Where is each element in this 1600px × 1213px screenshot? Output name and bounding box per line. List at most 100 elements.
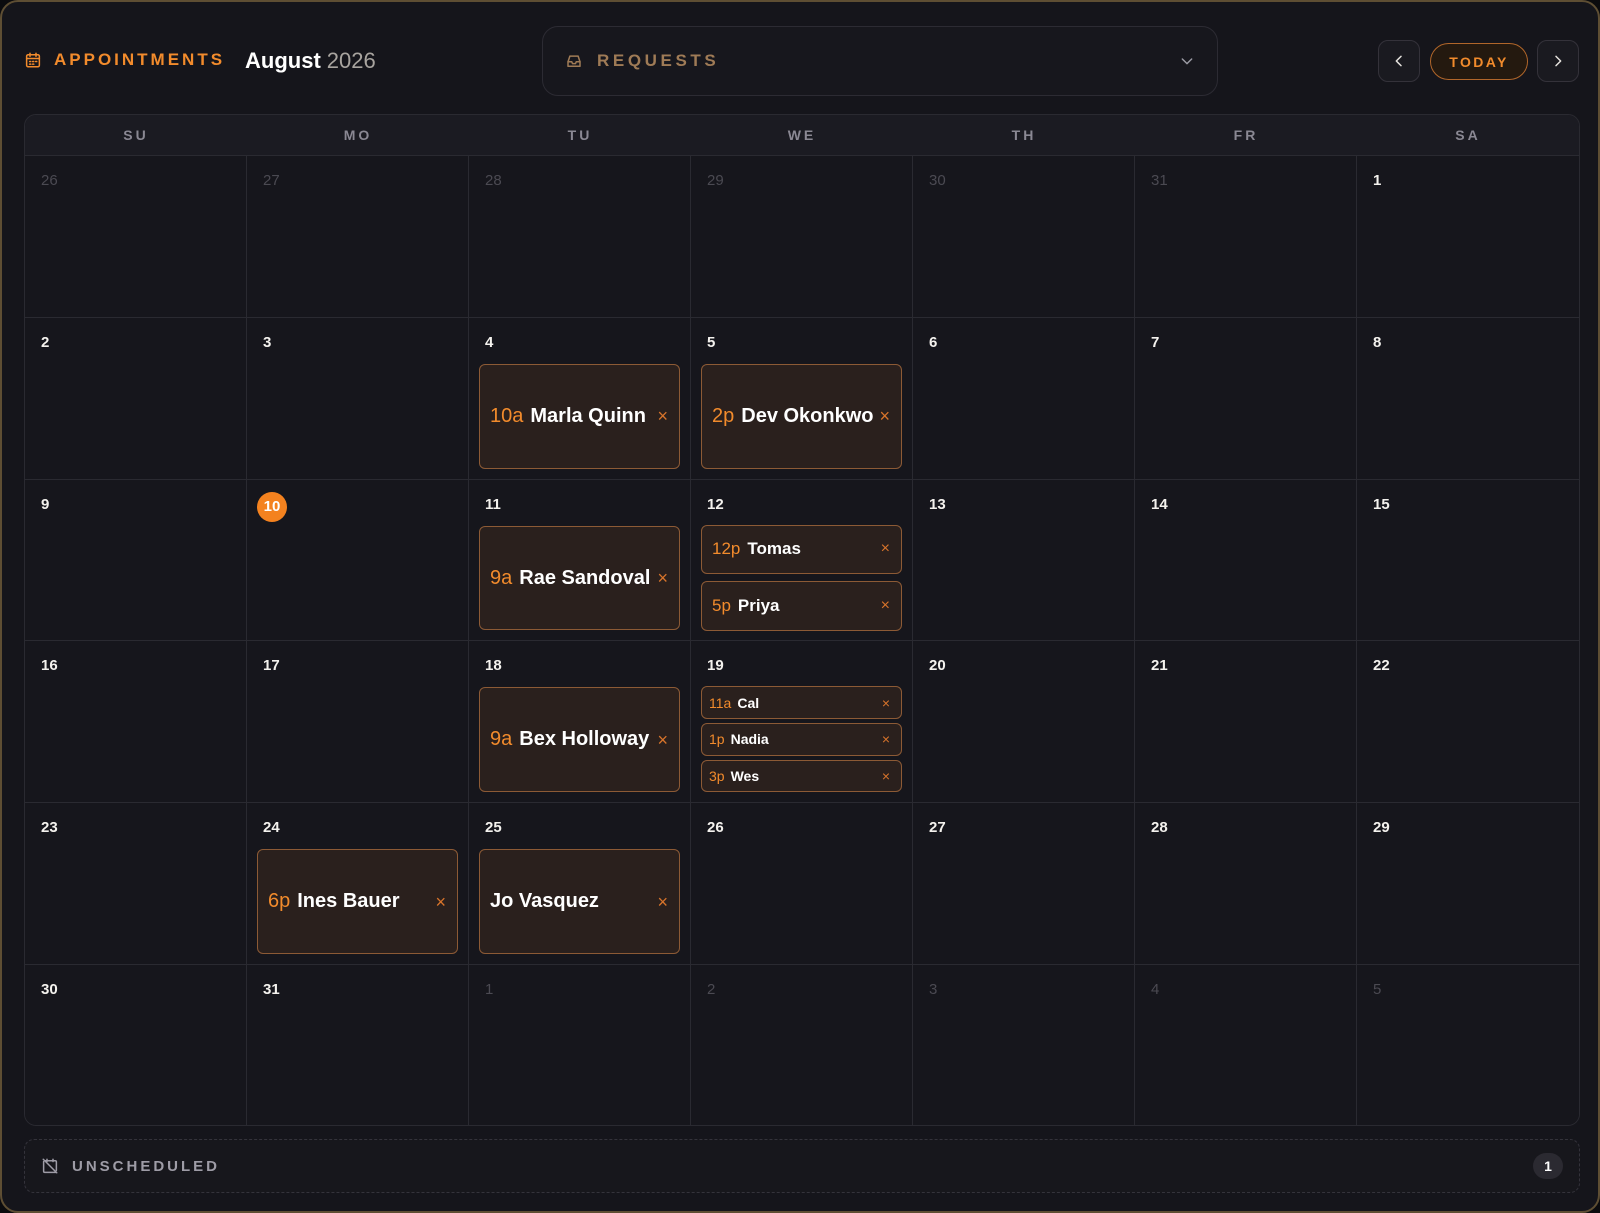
day-cell[interactable]: 24 6p Ines Bauer × (247, 803, 469, 966)
appointment-chip[interactable]: 9a Rae Sandoval × (479, 525, 680, 631)
appointment-chip[interactable]: 5p Priya × (701, 581, 902, 631)
event-list: 10a Marla Quinn × (479, 363, 680, 469)
day-cell[interactable]: 2 (25, 317, 247, 480)
appointment-name: Bex Holloway (519, 728, 650, 751)
remove-appointment-icon[interactable]: × (657, 569, 668, 587)
appointment-time: 12p (712, 539, 741, 559)
weekday-label: SU (123, 127, 149, 143)
day-cell[interactable]: 31 (247, 965, 469, 1125)
day-number: 1 (1373, 172, 1382, 189)
day-cell[interactable]: 11 9a Rae Sandoval × (469, 479, 691, 642)
day-cell-today[interactable]: 10 (247, 479, 469, 642)
day-cell[interactable]: 4 (1135, 965, 1357, 1125)
unscheduled-count-badge: 1 (1533, 1153, 1563, 1179)
day-number: 6 (929, 333, 938, 351)
remove-appointment-icon[interactable]: × (657, 407, 668, 425)
day-cell[interactable]: 30 (913, 156, 1135, 318)
day-cell[interactable]: 13 (913, 479, 1135, 642)
remove-appointment-icon[interactable]: × (879, 407, 890, 425)
day-cell[interactable]: 29 (1357, 803, 1579, 966)
day-cell[interactable]: 5 2p Dev Okonkwo × (691, 317, 913, 480)
appointment-chip[interactable]: 1p Nadia × (701, 723, 902, 756)
day-number: 28 (485, 172, 502, 189)
prev-month-button[interactable] (1378, 40, 1420, 82)
day-cell[interactable]: 27 (913, 803, 1135, 966)
day-cell[interactable]: 17 (247, 641, 469, 804)
appointment-chip[interactable]: Jo Vasquez × (479, 849, 680, 955)
appointment-chip[interactable]: 12p Tomas × (701, 524, 902, 575)
day-number: 21 (1151, 657, 1168, 675)
day-cell[interactable]: 20 (913, 641, 1135, 804)
remove-appointment-icon[interactable]: × (882, 769, 890, 783)
day-cell[interactable]: 26 (25, 156, 247, 318)
day-number: 29 (1373, 819, 1390, 837)
unscheduled-label: UNSCHEDULED (72, 1157, 221, 1175)
unscheduled-bar[interactable]: UNSCHEDULED 1 (24, 1139, 1580, 1193)
day-number: 3 (929, 981, 938, 999)
day-cell[interactable]: 14 (1135, 479, 1357, 642)
day-cell[interactable]: 22 (1357, 641, 1579, 804)
day-cell[interactable]: 26 (691, 803, 913, 966)
day-number: 5 (1373, 981, 1382, 999)
day-cell[interactable]: 19 11a Cal × 1p Nadia × 3p Wes × (691, 641, 913, 804)
day-number: 11 (485, 495, 501, 513)
day-cell[interactable]: 6 (913, 317, 1135, 480)
day-number: 26 (41, 172, 58, 189)
day-cell[interactable]: 5 (1357, 965, 1579, 1125)
day-cell[interactable]: 25 Jo Vasquez × (469, 803, 691, 966)
day-cell[interactable]: 1 (1357, 156, 1579, 318)
appointment-chip[interactable]: 6p Ines Bauer × (257, 849, 458, 955)
day-cell[interactable]: 2 (691, 965, 913, 1125)
day-number: 2 (41, 333, 50, 351)
day-cell[interactable]: 18 9a Bex Holloway × (469, 641, 691, 804)
day-cell[interactable]: 28 (1135, 803, 1357, 966)
day-cell[interactable]: 31 (1135, 156, 1357, 318)
remove-appointment-icon[interactable]: × (882, 696, 890, 710)
appointment-time: 6p (268, 890, 291, 913)
day-cell[interactable]: 7 (1135, 317, 1357, 480)
day-cell[interactable]: 21 (1135, 641, 1357, 804)
remove-appointment-icon[interactable]: × (657, 893, 668, 911)
day-cell[interactable]: 29 (691, 156, 913, 318)
day-cell[interactable]: 8 (1357, 317, 1579, 480)
appointment-chip[interactable]: 10a Marla Quinn × (479, 363, 680, 469)
day-cell[interactable]: 30 (25, 965, 247, 1125)
day-number: 15 (1373, 495, 1390, 513)
day-number: 4 (1151, 981, 1160, 999)
appointment-time: 9a (490, 728, 513, 751)
day-cell[interactable]: 4 10a Marla Quinn × (469, 317, 691, 480)
day-cell[interactable]: 9 (25, 479, 247, 642)
appointment-chip[interactable]: 2p Dev Okonkwo × (701, 363, 902, 469)
day-cell[interactable]: 1 (469, 965, 691, 1125)
day-number: 2 (707, 981, 716, 999)
brand: APPOINTMENTS (24, 46, 225, 74)
day-cell[interactable]: 16 (25, 641, 247, 804)
remove-appointment-icon[interactable]: × (657, 731, 668, 749)
appointment-time: 9a (490, 566, 513, 589)
remove-appointment-icon[interactable]: × (882, 732, 890, 746)
day-cell[interactable]: 28 (469, 156, 691, 318)
weekday-header: SU MO TU WE TH FR SA (25, 115, 1579, 156)
chevron-right-icon (1555, 55, 1562, 67)
remove-appointment-icon[interactable]: × (881, 541, 890, 557)
day-number: 22 (1373, 657, 1390, 675)
appointment-chip[interactable]: 11a Cal × (701, 686, 902, 720)
remove-appointment-icon[interactable]: × (881, 597, 890, 614)
day-cell[interactable]: 3 (247, 317, 469, 480)
day-cell[interactable]: 3 (913, 965, 1135, 1125)
requests-dropdown[interactable]: REQUESTS (542, 26, 1218, 96)
remove-appointment-icon[interactable]: × (435, 893, 446, 911)
day-cell[interactable]: 23 (25, 803, 247, 966)
day-cell[interactable]: 15 (1357, 479, 1579, 642)
day-cell[interactable]: 27 (247, 156, 469, 318)
day-number: 7 (1151, 333, 1160, 351)
day-number: 5 (707, 333, 716, 351)
appointment-chip[interactable]: 9a Bex Holloway × (479, 687, 680, 793)
appointment-time: 2p (712, 404, 735, 427)
appointment-chip[interactable]: 3p Wes × (701, 759, 902, 793)
appointment-name: Jo Vasquez (490, 890, 599, 913)
day-cell[interactable]: 12 12p Tomas × 5p Priya × (691, 479, 913, 642)
today-button[interactable]: TODAY (1430, 43, 1528, 80)
next-month-button[interactable] (1537, 40, 1579, 82)
inbox-tray-icon (567, 55, 581, 67)
